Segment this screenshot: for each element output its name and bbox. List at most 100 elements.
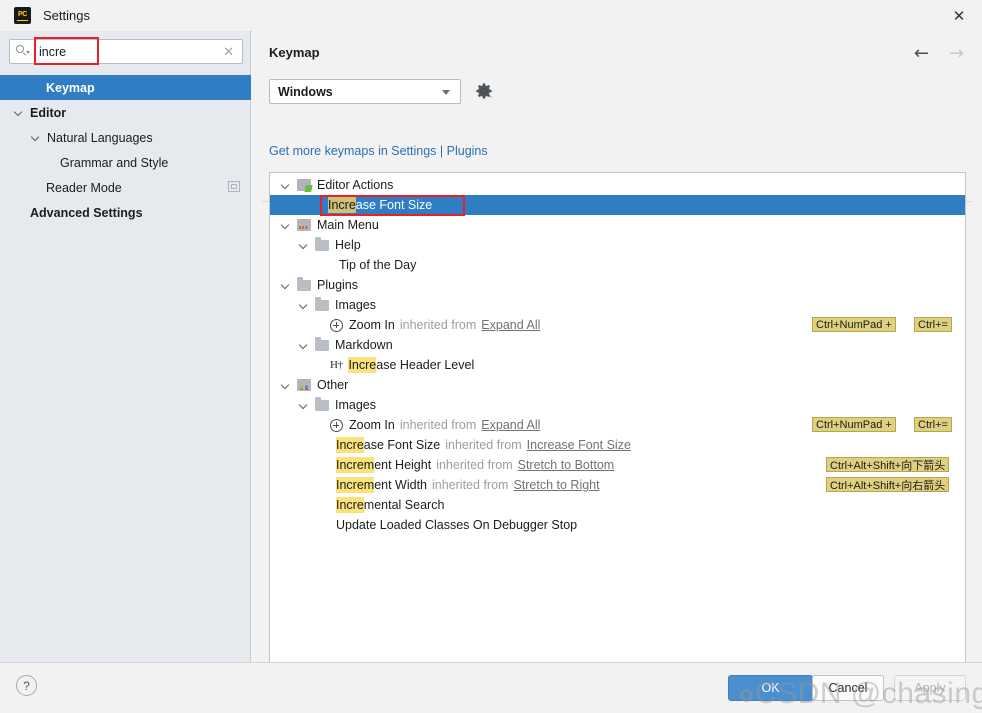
keymap-actions-tree[interactable]: Editor Actions Increase Font Size Main Men… [269, 172, 966, 664]
shortcut-badge[interactable]: Ctrl+= [914, 317, 952, 332]
sidebar-search-input[interactable] [39, 45, 209, 59]
tree-row[interactable]: Zoom Ininherited fromExpand AllCtrl+NumP… [270, 415, 965, 435]
get-more-keymaps-link[interactable]: Get more keymaps in Settings | Plugins [269, 144, 488, 158]
tree-row-label: Editor Actions [317, 178, 393, 192]
help-icon[interactable]: ? [16, 675, 37, 696]
folder-icon [297, 280, 311, 291]
tree-row[interactable]: Incremental Search [270, 495, 965, 515]
reader-mode-badge-icon [228, 181, 240, 192]
sidebar-item-grammar-and-style[interactable]: Grammar and Style [0, 150, 251, 175]
back-arrow-icon[interactable]: ← [914, 45, 929, 63]
tree-row-label: Plugins [317, 278, 358, 292]
tree-row[interactable]: Markdown [270, 335, 965, 355]
apply-button[interactable]: Apply [894, 675, 966, 701]
chevron-down-icon[interactable] [14, 107, 25, 118]
clear-search-icon[interactable]: ✕ [223, 45, 234, 58]
tree-row[interactable]: Increment Heightinherited fromStretch to… [270, 455, 965, 475]
shortcut-badge[interactable]: Ctrl+= [914, 417, 952, 432]
chevron-down-icon[interactable] [280, 379, 292, 391]
tree-row-label: Increment Width [336, 478, 427, 492]
sidebar-item-advanced-settings[interactable]: Advanced Settings [0, 200, 251, 225]
search-icon [16, 45, 29, 58]
chevron-down-icon[interactable] [280, 179, 292, 191]
editor-actions-icon [297, 179, 311, 191]
forward-arrow-icon[interactable]: → [949, 45, 964, 63]
chevron-down-icon[interactable] [31, 132, 42, 143]
sidebar-search-box[interactable]: ✕ [9, 39, 243, 64]
sidebar-item-keymap[interactable]: Keymap [0, 75, 251, 100]
chevron-down-icon[interactable] [280, 279, 292, 291]
ok-button[interactable]: OK [728, 675, 813, 701]
tree-row[interactable]: Increase Font Size [270, 195, 965, 215]
zoom-in-icon [330, 419, 343, 432]
tree-row[interactable]: H† Increase Header Level [270, 355, 965, 375]
tree-row-label: Increase Font Size [336, 438, 440, 452]
shortcut-badge[interactable]: Ctrl+Alt+Shift+向右箭头 [826, 477, 949, 492]
gear-icon[interactable] [474, 81, 494, 101]
sidebar-item-label: Editor [30, 106, 66, 120]
zoom-in-icon [330, 319, 343, 332]
inherited-from-label: inherited from [432, 478, 508, 492]
dialog-footer: ? OK Cancel Apply [0, 662, 982, 713]
sidebar-item-label: Advanced Settings [30, 206, 143, 220]
tree-row-label: Increase Font Size [328, 198, 432, 212]
chevron-down-icon[interactable] [298, 339, 310, 351]
keymap-panel: Keymap ← → Windows Get more keymaps in S… [252, 31, 982, 662]
keymap-select-value: Windows [278, 85, 333, 99]
tree-row[interactable]: Update Loaded Classes On Debugger Stop [270, 515, 965, 535]
tree-row-label: Zoom In [349, 418, 395, 432]
sidebar-search-wrapper: ✕ [9, 39, 243, 64]
sidebar-item-editor[interactable]: Editor [0, 100, 251, 125]
tree-row[interactable]: Increment Width inherited from Stretch to … [270, 475, 965, 495]
chevron-down-icon [442, 90, 450, 95]
nav-arrows: ← → [914, 45, 964, 63]
inherited-from-source-link[interactable]: Stretch to Bottom [518, 458, 615, 472]
tree-row[interactable]: Tip of the Day [270, 255, 965, 275]
sidebar-item-natural-languages[interactable]: Natural Languages [0, 125, 251, 150]
tree-row-label: Main Menu [317, 218, 379, 232]
inherited-from-source-link[interactable]: Increase Font Size [527, 438, 631, 452]
tree-row[interactable]: Main Menu [270, 215, 965, 235]
search-match-highlight: Incre [336, 497, 364, 513]
chevron-down-icon[interactable] [298, 399, 310, 411]
tree-row-label: Other [317, 378, 348, 392]
search-match-highlight: Increm [336, 477, 374, 493]
tree-row[interactable]: Zoom In inherited from Expand All Ctrl+NumP… [270, 315, 965, 335]
cancel-button[interactable]: Cancel [812, 675, 884, 701]
h1-heading-icon: H† [330, 359, 342, 371]
shortcut-badge[interactable]: Ctrl+Alt+Shift+向下箭头 [826, 457, 949, 472]
inherited-from-source-link[interactable]: Stretch to Right [513, 478, 599, 492]
search-match-highlight: Incre [348, 357, 376, 373]
chevron-down-icon[interactable] [280, 219, 292, 231]
folder-icon [315, 400, 329, 411]
tree-row[interactable]: Images [270, 295, 965, 315]
sidebar-item-reader-mode[interactable]: Reader Mode [0, 175, 251, 200]
tree-row-label: Increase Header Level [348, 358, 474, 372]
folder-icon [315, 240, 329, 251]
tree-row-label: Zoom In [349, 318, 395, 332]
tree-row[interactable]: Plugins [270, 275, 965, 295]
keymap-select[interactable]: Windows [269, 79, 461, 104]
sidebar-item-label: Grammar and Style [60, 156, 168, 170]
tree-row[interactable]: Images [270, 395, 965, 415]
chevron-down-icon [26, 51, 30, 54]
folder-icon [315, 300, 329, 311]
tree-row[interactable]: Help [270, 235, 965, 255]
shortcut-badge[interactable]: Ctrl+NumPad + [812, 317, 896, 332]
close-icon[interactable]: ✕ [936, 0, 982, 31]
tree-row-label: Markdown [335, 338, 393, 352]
sidebar-item-label: Keymap [46, 81, 95, 95]
chevron-down-icon[interactable] [298, 239, 310, 251]
inherited-from-label: inherited from [445, 438, 521, 452]
inherited-from-source-link[interactable]: Expand All [481, 418, 540, 432]
search-match-highlight: Incre [336, 437, 364, 453]
tree-row[interactable]: Other [270, 375, 965, 395]
tree-row[interactable]: Editor Actions [270, 175, 965, 195]
tree-row[interactable]: Increase Font Size inherited from Increase… [270, 435, 965, 455]
inherited-from-source-link[interactable]: Expand All [481, 318, 540, 332]
inherited-from-label: inherited from [400, 318, 476, 332]
shortcut-badge[interactable]: Ctrl+NumPad + [812, 417, 896, 432]
tree-row-label: Increment Height [336, 458, 431, 472]
other-icon [297, 379, 311, 391]
chevron-down-icon[interactable] [298, 299, 310, 311]
